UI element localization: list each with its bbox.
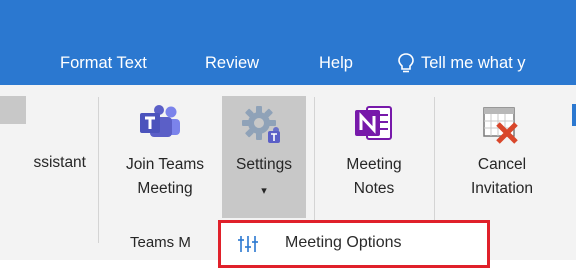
assistant-label: ssistant <box>33 154 86 171</box>
group-separator <box>98 97 99 243</box>
tab-format-text[interactable]: Format Text <box>60 52 147 74</box>
join-teams-line1: Join Teams <box>125 156 205 173</box>
title-bar <box>0 0 576 41</box>
meeting-notes-line2: Notes <box>353 180 395 197</box>
assistant-button[interactable]: ssistant <box>0 96 95 216</box>
sliders-icon <box>238 236 258 252</box>
tab-review[interactable]: Review <box>205 52 259 74</box>
partial-right-control <box>572 104 576 126</box>
cancel-line1: Cancel <box>477 156 527 173</box>
settings-button[interactable]: Settings ▾ <box>222 96 306 218</box>
group-label-teams: Teams M <box>130 234 191 251</box>
cancel-line2: Invitation <box>470 180 534 197</box>
gear-teams-icon <box>242 106 280 143</box>
meeting-notes-button[interactable]: Meeting Notes <box>326 96 422 218</box>
chevron-down-icon: ▾ <box>261 185 267 197</box>
assistant-icon <box>0 96 26 124</box>
teams-icon <box>140 105 180 137</box>
ribbon-tab-bar: Format Text Review Help Tell me what y <box>0 41 576 85</box>
meeting-options-label: Meeting Options <box>285 234 402 251</box>
calendar-cancel-icon <box>483 107 518 144</box>
onenote-icon <box>355 106 392 140</box>
meeting-options-menu-item[interactable]: Meeting Options <box>218 220 490 268</box>
meeting-notes-line1: Meeting <box>346 156 402 173</box>
join-teams-meeting-button[interactable]: Join Teams Meeting <box>112 96 218 218</box>
lightbulb-icon <box>398 53 414 73</box>
tab-help[interactable]: Help <box>319 52 353 74</box>
cancel-invitation-button[interactable]: Cancel Invitation <box>442 96 562 218</box>
join-teams-line2: Meeting <box>137 180 193 197</box>
tell-me-search[interactable]: Tell me what y <box>421 52 526 74</box>
settings-label: Settings <box>235 156 292 173</box>
